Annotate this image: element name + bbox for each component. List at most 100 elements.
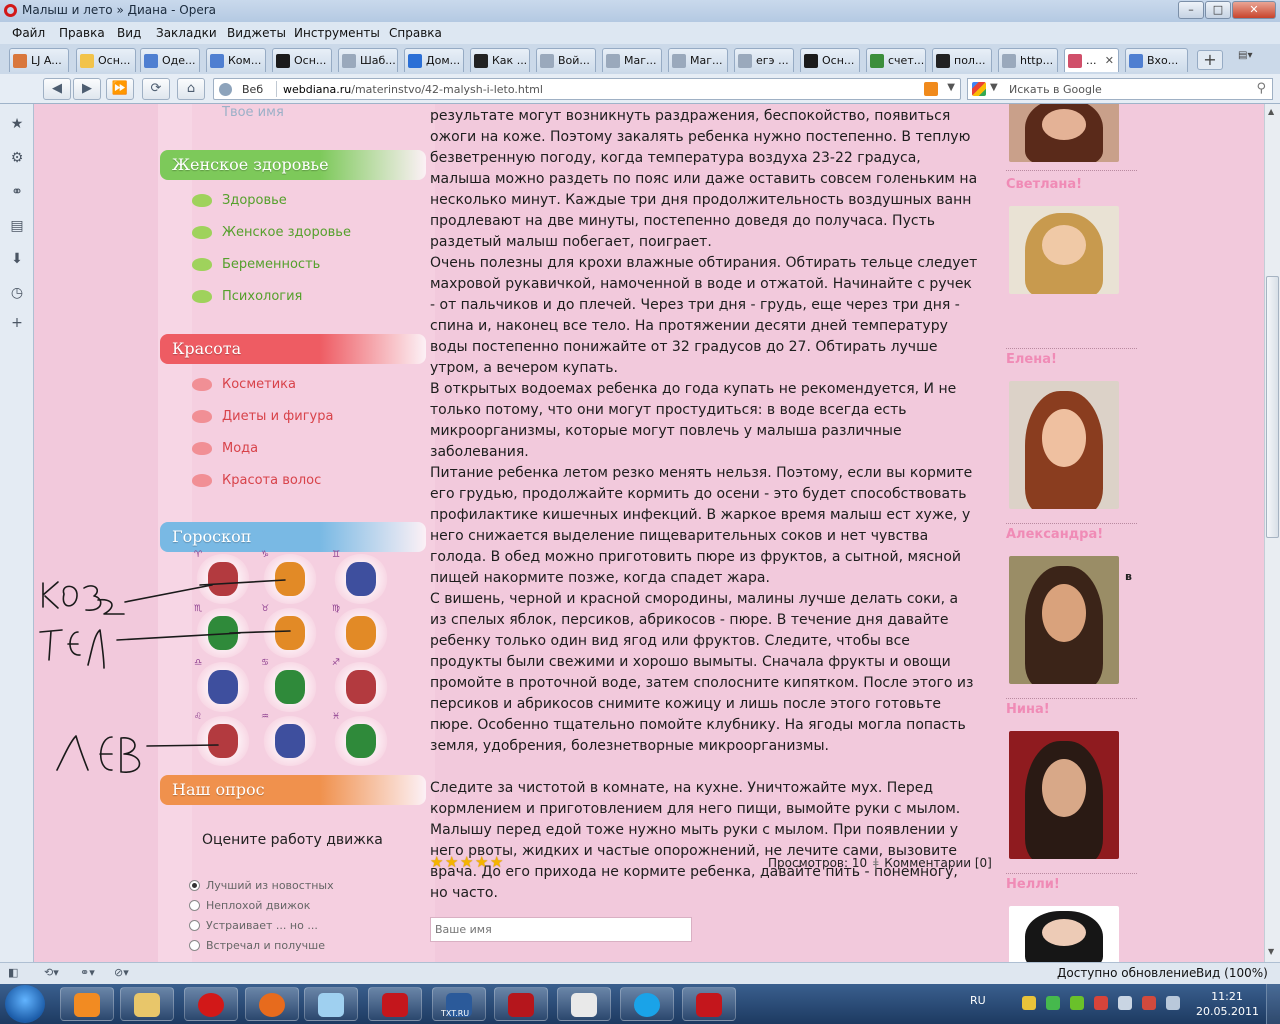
taskbar-opera-button[interactable] — [184, 987, 238, 1021]
profile-name-link[interactable]: Светлана! — [1006, 177, 1082, 192]
clover-icon[interactable] — [1046, 996, 1060, 1010]
volume-icon[interactable] — [1166, 996, 1180, 1010]
menu-view[interactable]: Вид — [117, 26, 141, 40]
tab-5[interactable]: Осн... — [272, 48, 332, 72]
sidebar-link-1-1[interactable]: Здоровье — [192, 193, 287, 208]
tab-10[interactable]: Маг... — [602, 48, 662, 72]
menu-tools[interactable]: Инструменты — [294, 26, 380, 40]
language-indicator[interactable]: RU — [970, 994, 986, 1007]
downloads-panel-icon[interactable]: ⬇ — [9, 251, 25, 267]
tray-flag-icon[interactable] — [1142, 996, 1156, 1010]
rating-stars[interactable]: ★ ★ ★ ★ ★ — [430, 855, 504, 870]
poll-option[interactable]: Лучший из новостных — [189, 879, 334, 892]
menu-help[interactable]: Справка — [389, 26, 442, 40]
profile-photo[interactable] — [1009, 381, 1119, 509]
radio-button[interactable] — [189, 940, 200, 951]
fast-forward-button[interactable]: ⏩ — [106, 78, 134, 100]
comment-name-input[interactable] — [430, 917, 692, 942]
zodiac-virgo-icon[interactable]: ♍ — [332, 604, 388, 658]
maximize-button[interactable]: □ — [1205, 1, 1231, 19]
taskbar-jdownloader-button[interactable] — [557, 987, 611, 1021]
sidebar-link-2-1[interactable]: Косметика — [192, 377, 296, 392]
sidebar-link-1-3[interactable]: Беременность — [191, 257, 320, 272]
star-icon[interactable]: ★ — [475, 855, 489, 870]
sidebar-link-1-4[interactable]: Психология — [191, 289, 302, 304]
tab-2[interactable]: Осн... — [76, 48, 136, 72]
search-field[interactable]: ▼ Искать в Google ⚲ — [967, 78, 1273, 100]
zodiac-sagittarius-icon[interactable]: ♐ — [332, 658, 388, 712]
tray-check-icon[interactable] — [1070, 996, 1084, 1010]
tab-13[interactable]: Осн... — [800, 48, 860, 72]
star-icon[interactable]: ★ — [460, 855, 474, 870]
taskbar-radio-button[interactable] — [494, 987, 548, 1021]
tray-network-icon[interactable] — [1118, 996, 1132, 1010]
bookmarks-panel-icon[interactable]: ★ — [9, 116, 25, 132]
profile-name-link[interactable]: Александра! — [1006, 527, 1103, 542]
sidebar-link-2-4[interactable]: Красота волос — [191, 473, 321, 488]
star-icon[interactable]: ★ — [430, 855, 444, 870]
zodiac-leo-icon[interactable]: ♌ — [194, 712, 250, 766]
tab-18[interactable]: Вхо... — [1125, 48, 1188, 72]
vertical-scrollbar[interactable]: ▲ ▼ — [1264, 104, 1280, 962]
turbo-icon[interactable]: ⟲▾ — [44, 966, 68, 981]
zodiac-taurus-icon[interactable]: ♉ — [261, 604, 317, 658]
scrollbar-thumb[interactable] — [1266, 276, 1279, 538]
scroll-down-icon[interactable]: ▼ — [1268, 947, 1274, 956]
sidebar-link-2-2[interactable]: Диеты и фигура — [191, 409, 333, 424]
minimize-button[interactable]: – — [1178, 1, 1204, 19]
tab-4[interactable]: Ком... — [206, 48, 266, 72]
taskbar-txtru-button[interactable]: TXT.RU — [432, 987, 486, 1021]
opera-link-icon[interactable]: ⊘▾ — [114, 966, 138, 981]
tab-16[interactable]: http... — [998, 48, 1058, 72]
profile-photo[interactable] — [1009, 731, 1119, 859]
poll-option[interactable]: Устраивает ... но ... — [189, 919, 318, 932]
tab-12[interactable]: егэ ... — [734, 48, 794, 72]
tab-9[interactable]: Вой... — [536, 48, 596, 72]
zodiac-aquarius-icon[interactable]: ♒ — [261, 712, 317, 766]
taskbar-explorer-button[interactable] — [120, 987, 174, 1021]
radio-button[interactable] — [189, 900, 200, 911]
google-icon[interactable] — [972, 82, 986, 96]
zodiac-gemini-icon[interactable]: ♊ — [332, 550, 388, 604]
unite-panel-icon[interactable]: ⚭ — [9, 184, 25, 200]
reload-button[interactable]: ⟳ — [142, 78, 170, 100]
tab-8[interactable]: Как ... — [470, 48, 530, 72]
notes-panel-icon[interactable]: ▤ — [9, 218, 25, 234]
taskbar-media-player-button[interactable] — [60, 987, 114, 1021]
taskbar-firefox-button[interactable] — [245, 987, 299, 1021]
chevron-down-icon[interactable]: ▼ — [947, 82, 955, 93]
tab-1[interactable]: LJ A... — [9, 48, 69, 72]
zodiac-aries-icon[interactable]: ♈ — [194, 550, 250, 604]
sidebar-link-2-3[interactable]: Мода — [191, 441, 258, 456]
profile-photo[interactable] — [1009, 556, 1119, 684]
update-available-link[interactable]: Доступно обновление — [1057, 966, 1196, 980]
tab-menu-icon[interactable]: ▤▾ — [1238, 50, 1268, 70]
tab-11[interactable]: Маг... — [668, 48, 728, 72]
zodiac-capricorn-icon[interactable]: ♑ — [261, 550, 317, 604]
zodiac-pisces-icon[interactable]: ♓ — [332, 712, 388, 766]
clock[interactable]: 11:21 20.05.2011 — [1196, 989, 1259, 1019]
profile-photo[interactable] — [1009, 206, 1119, 294]
profile-photo[interactable] — [1009, 906, 1119, 962]
unite-status-icon[interactable]: ⚭▾ — [80, 966, 104, 981]
scroll-up-icon[interactable]: ▲ — [1268, 107, 1274, 116]
start-button[interactable] — [5, 985, 45, 1023]
new-tab-button[interactable]: + — [1197, 50, 1223, 70]
poll-option[interactable]: Встречал и получше — [189, 939, 325, 952]
poll-option[interactable]: Неплохой движок — [189, 899, 310, 912]
menu-widgets[interactable]: Виджеты — [227, 26, 286, 40]
profile-name-link[interactable]: Нелли! — [1006, 877, 1060, 892]
menu-bookmarks[interactable]: Закладки — [156, 26, 217, 40]
star-icon[interactable]: ★ — [490, 855, 504, 870]
close-tab-icon[interactable]: ✕ — [1105, 54, 1114, 67]
zodiac-cancer-icon[interactable]: ♋ — [261, 658, 317, 712]
radio-button[interactable] — [189, 880, 200, 891]
zoom-level[interactable]: Вид (100%) — [1196, 966, 1268, 980]
tab-17[interactable]: ... ✕ — [1064, 48, 1119, 72]
menu-edit[interactable]: Правка — [59, 26, 105, 40]
tab-3[interactable]: Оде... — [140, 48, 200, 72]
search-icon[interactable]: ⚲ — [1256, 81, 1266, 96]
close-window-button[interactable]: ✕ — [1232, 1, 1276, 19]
sidebar-link-1-2[interactable]: Женское здоровье — [192, 225, 351, 240]
panel-toggle-icon[interactable]: ◧ — [8, 966, 32, 981]
